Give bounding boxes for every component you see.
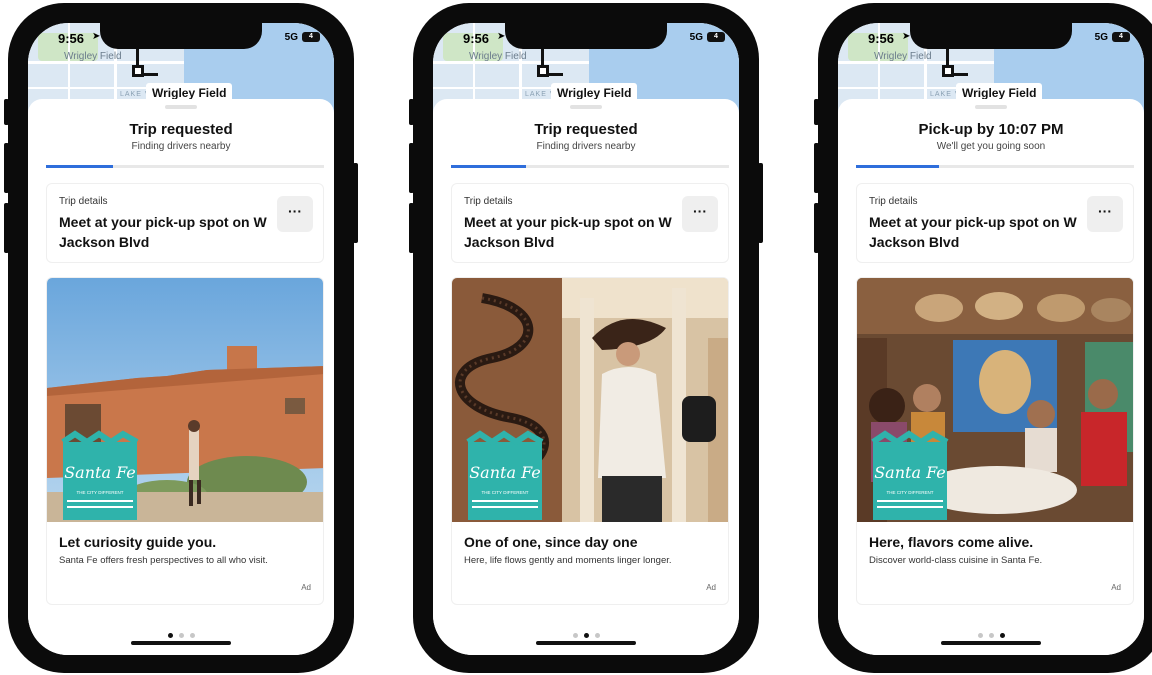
ad-image-spiral-staircase: Santa Fe THE CITY DIFFERENT bbox=[452, 278, 728, 522]
sheet-handle[interactable] bbox=[165, 105, 197, 109]
ad-brand-tagline: THE CITY DIFFERENT bbox=[77, 490, 124, 495]
phone-3: Wrigley Field LAKE VIE Wrigley Field 9:5… bbox=[814, 3, 1152, 673]
phone-1: Wrigley Field LAKE VIE Wrigley Field 9:5… bbox=[4, 3, 358, 673]
ad-card[interactable]: Santa Fe THE CITY DIFFERENT Let curiosit… bbox=[46, 277, 324, 605]
ad-card[interactable]: Santa Fe THE CITY DIFFERENT Here, flavor… bbox=[856, 277, 1134, 605]
pickup-pin-icon bbox=[537, 65, 549, 77]
status-time: 9:56 bbox=[463, 31, 490, 46]
network-indicator: 5G bbox=[1094, 32, 1108, 43]
sheet-handle[interactable] bbox=[975, 105, 1007, 109]
pickup-instructions: Meet at your pick-up spot on W Jackson B… bbox=[464, 214, 672, 250]
ad-image-restaurant: Santa Fe THE CITY DIFFERENT bbox=[857, 278, 1133, 522]
home-indicator[interactable] bbox=[941, 641, 1041, 645]
ad-title: One of one, since day one bbox=[464, 534, 638, 550]
trip-progress-bar bbox=[451, 165, 729, 168]
trip-progress-bar bbox=[856, 165, 1134, 168]
trip-status-title: Trip requested bbox=[129, 121, 233, 138]
trip-status-title: Pick-up by 10:07 PM bbox=[918, 121, 1064, 138]
home-indicator[interactable] bbox=[131, 641, 231, 645]
notch bbox=[505, 23, 667, 49]
notch bbox=[910, 23, 1072, 49]
trip-sheet: Pick-up by 10:07 PM We'll get you going … bbox=[838, 99, 1144, 655]
power-button bbox=[758, 163, 763, 243]
home-indicator[interactable] bbox=[536, 641, 636, 645]
trip-progress-fill bbox=[856, 165, 940, 168]
trip-progress-bar bbox=[46, 165, 324, 168]
battery-icon: 4 bbox=[302, 32, 320, 42]
pickup-pin-icon bbox=[132, 65, 144, 77]
carousel-dot[interactable] bbox=[594, 633, 600, 638]
ellipsis-icon[interactable]: ··· bbox=[682, 196, 718, 232]
trip-details-label: Trip details bbox=[464, 196, 513, 207]
trip-sheet: Trip requested Finding drivers nearby Tr… bbox=[28, 99, 334, 655]
ad-description: Santa Fe offers fresh perspectives to al… bbox=[59, 555, 268, 566]
trip-status-subtitle: Finding drivers nearby bbox=[131, 141, 231, 152]
carousel-dot[interactable] bbox=[189, 633, 195, 638]
battery-icon: 4 bbox=[707, 32, 725, 42]
mute-switch bbox=[814, 99, 819, 125]
mute-switch bbox=[409, 99, 414, 125]
status-time: 9:56 bbox=[868, 31, 895, 46]
trip-details-label: Trip details bbox=[869, 196, 918, 207]
phone-screen: Wrigley Field LAKE VIE Wrigley Field 9:5… bbox=[433, 23, 739, 655]
trip-details-card[interactable]: Trip details Meet at your pick-up spot o… bbox=[46, 183, 324, 263]
ellipsis-icon[interactable]: ··· bbox=[277, 196, 313, 232]
volume-down-button bbox=[814, 203, 819, 253]
carousel-dot[interactable] bbox=[178, 633, 184, 638]
volume-up-button bbox=[814, 143, 819, 193]
battery-icon: 4 bbox=[1112, 32, 1130, 42]
ad-label: Ad bbox=[301, 583, 311, 592]
status-time: 9:56 bbox=[58, 31, 85, 46]
ad-brand-tagline: THE CITY DIFFERENT bbox=[482, 490, 529, 495]
trip-status-subtitle: We'll get you going soon bbox=[936, 141, 1046, 152]
power-button bbox=[353, 163, 358, 243]
ad-card[interactable]: Santa Fe THE CITY DIFFERENT One of one, … bbox=[451, 277, 729, 605]
ad-title: Let curiosity guide you. bbox=[59, 534, 217, 550]
carousel-dot[interactable] bbox=[583, 633, 589, 638]
ad-image-adobe-building: Santa Fe THE CITY DIFFERENT bbox=[47, 278, 323, 522]
volume-up-button bbox=[4, 143, 9, 193]
ellipsis-icon[interactable]: ··· bbox=[1087, 196, 1123, 232]
network-indicator: 5G bbox=[284, 32, 298, 43]
phone-2: Wrigley Field LAKE VIE Wrigley Field 9:5… bbox=[409, 3, 763, 673]
volume-up-button bbox=[409, 143, 414, 193]
ad-brand-logo: Santa Fe bbox=[469, 463, 541, 482]
sheet-handle[interactable] bbox=[570, 105, 602, 109]
pickup-pin-icon bbox=[942, 65, 954, 77]
volume-down-button bbox=[409, 203, 414, 253]
ad-description: Discover world-class cuisine in Santa Fe… bbox=[869, 555, 1043, 566]
carousel-dot[interactable] bbox=[999, 633, 1005, 638]
trip-details-card[interactable]: Trip details Meet at your pick-up spot o… bbox=[856, 183, 1134, 263]
ad-description: Here, life flows gently and moments ling… bbox=[464, 555, 672, 566]
trip-progress-fill bbox=[46, 165, 113, 168]
pickup-instructions: Meet at your pick-up spot on W Jackson B… bbox=[869, 214, 1077, 250]
trip-details-card[interactable]: Trip details Meet at your pick-up spot o… bbox=[451, 183, 729, 263]
trip-status-subtitle: Finding drivers nearby bbox=[536, 141, 636, 152]
carousel-dot[interactable] bbox=[977, 633, 983, 638]
carousel-dot[interactable] bbox=[572, 633, 578, 638]
ad-label: Ad bbox=[1111, 583, 1121, 592]
volume-down-button bbox=[4, 203, 9, 253]
ad-brand-logo: Santa Fe bbox=[874, 463, 946, 482]
ad-brand-tagline: THE CITY DIFFERENT bbox=[887, 490, 934, 495]
ad-brand-logo: Santa Fe bbox=[64, 463, 136, 482]
carousel-dot[interactable] bbox=[167, 633, 173, 638]
phone-screen: Wrigley Field LAKE VIE Wrigley Field 9:5… bbox=[28, 23, 334, 655]
trip-progress-fill bbox=[451, 165, 527, 168]
pickup-instructions: Meet at your pick-up spot on W Jackson B… bbox=[59, 214, 267, 250]
phone-screen: Wrigley Field LAKE VIE Wrigley Field 9:5… bbox=[838, 23, 1144, 655]
trip-sheet: Trip requested Finding drivers nearby Tr… bbox=[433, 99, 739, 655]
trip-details-label: Trip details bbox=[59, 196, 108, 207]
ad-label: Ad bbox=[706, 583, 716, 592]
ad-title: Here, flavors come alive. bbox=[869, 534, 1034, 550]
mute-switch bbox=[4, 99, 9, 125]
notch bbox=[100, 23, 262, 49]
carousel-dot[interactable] bbox=[988, 633, 994, 638]
trip-status-title: Trip requested bbox=[534, 121, 638, 138]
network-indicator: 5G bbox=[689, 32, 703, 43]
